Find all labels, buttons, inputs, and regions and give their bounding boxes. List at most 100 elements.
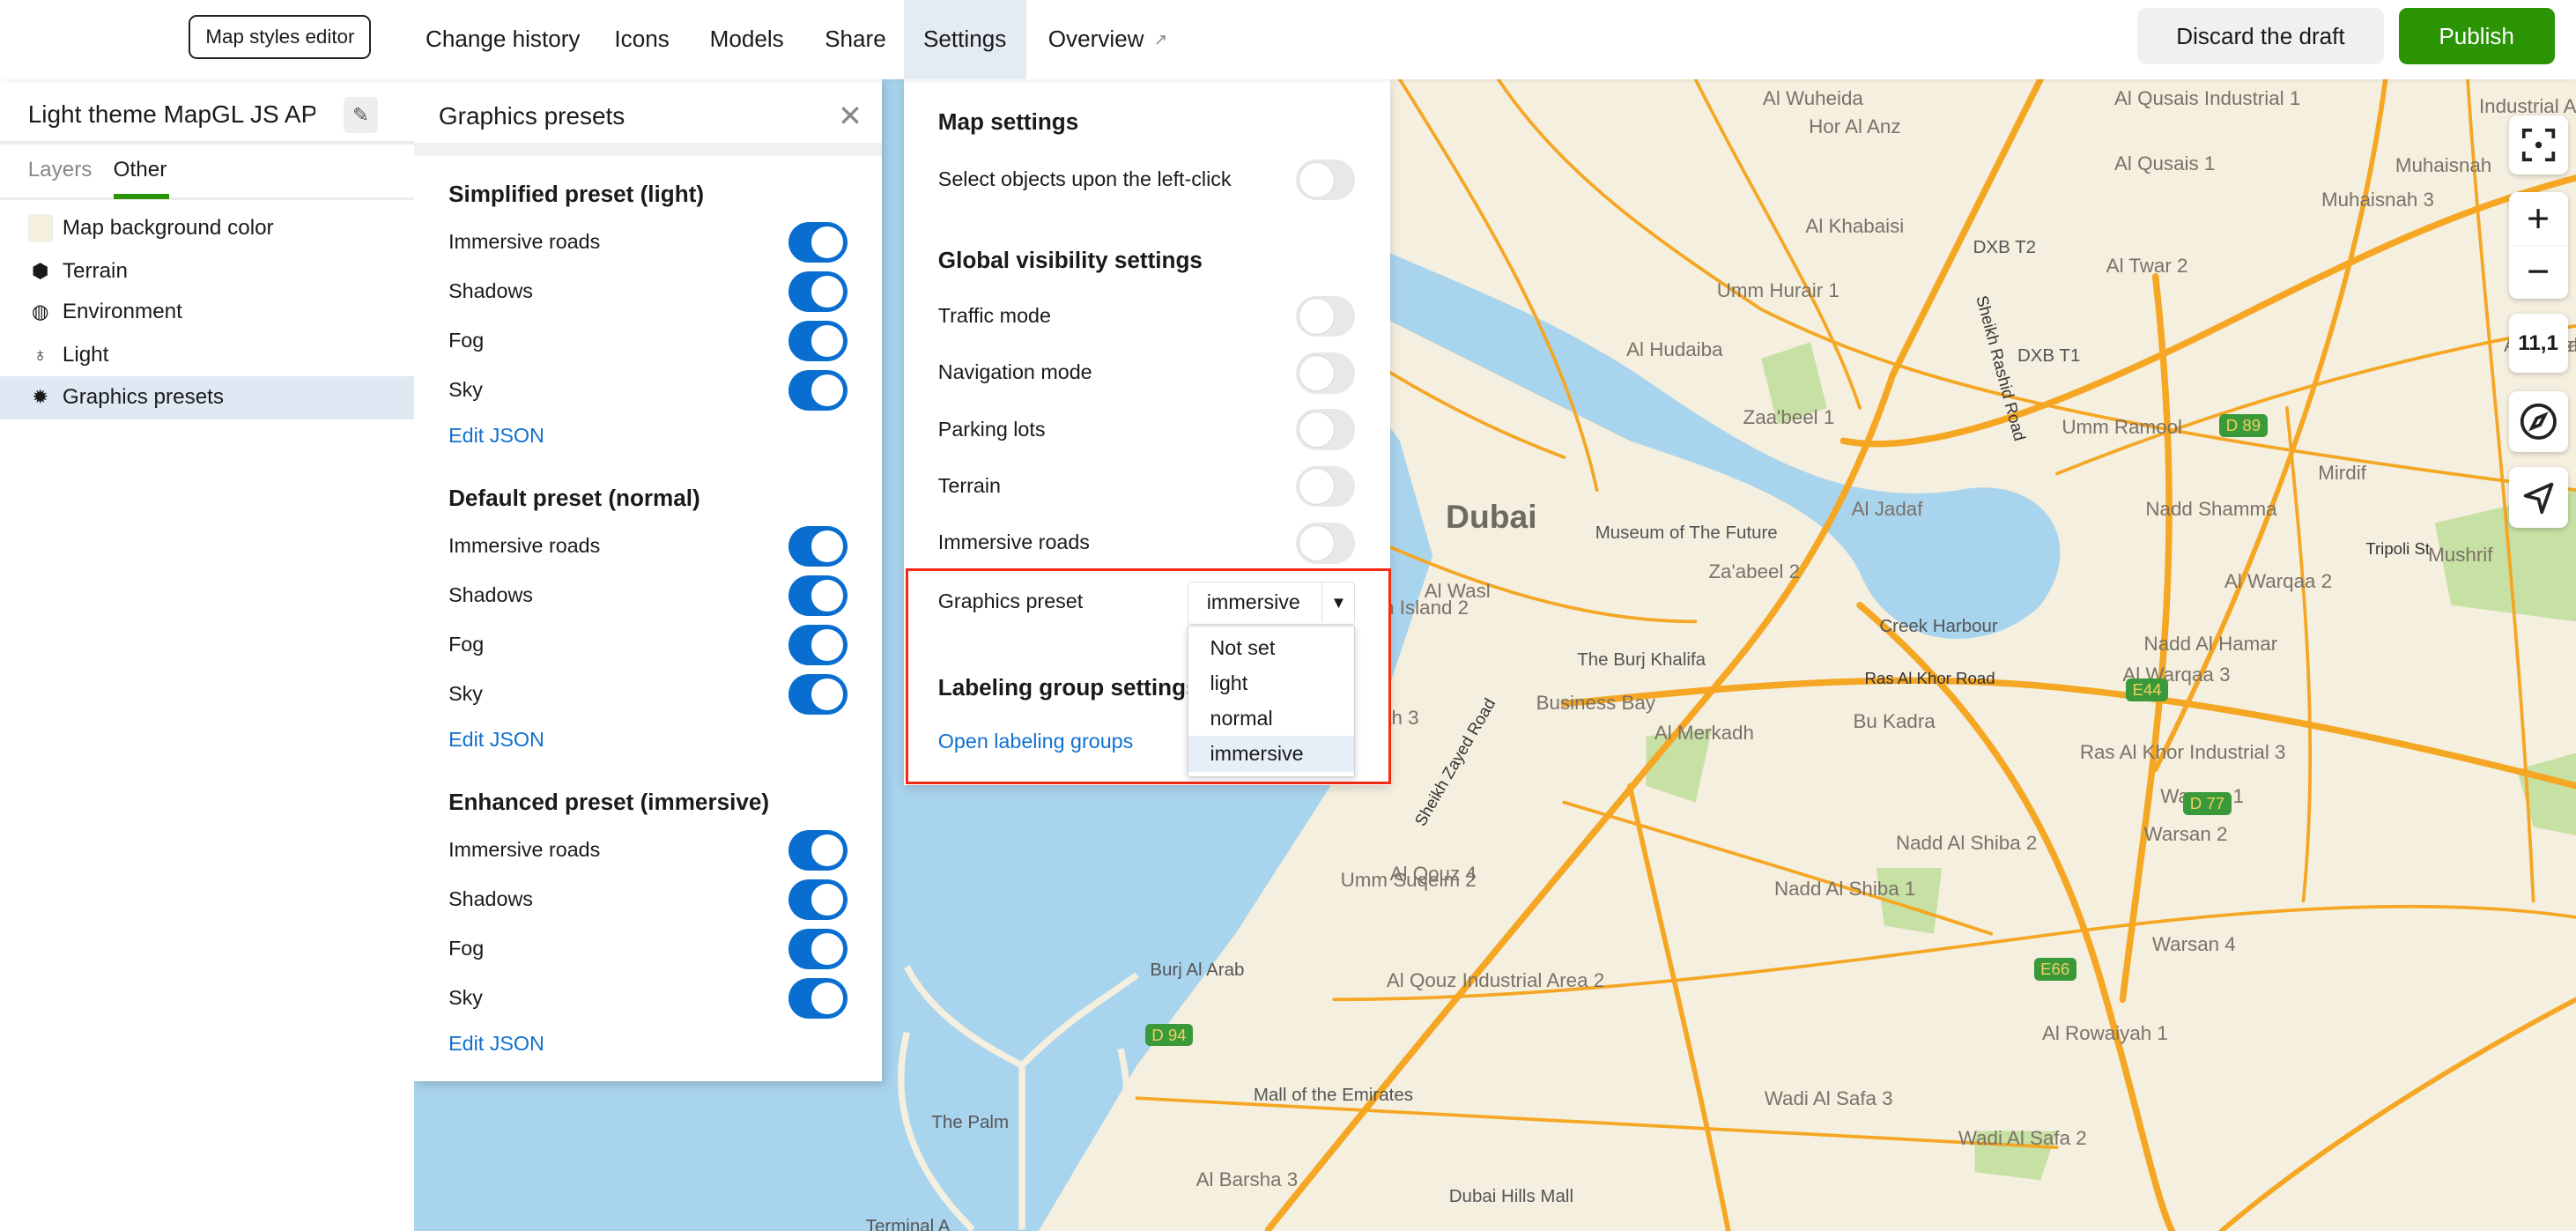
option-immersive[interactable]: immersive [1188,736,1355,772]
map-label[interactable]: Nadd Al Shiba 1 [1774,878,1915,901]
map-label[interactable]: Al Barsha 3 [1196,1168,1299,1191]
preset-toggle[interactable] [788,525,848,567]
map-label[interactable]: Za'abeel 2 [1708,560,1800,583]
map-label[interactable]: Warsan 2 [2144,823,2228,846]
preset-toggle[interactable] [788,575,848,617]
compass-button[interactable] [2508,390,2568,452]
zoom-out-icon[interactable]: − [2509,246,2568,299]
map-label[interactable]: Al Khabaisi [1805,215,1904,238]
map-label[interactable]: Warsan 4 [2152,933,2236,956]
map-label[interactable]: Bu Kadra [1853,710,1935,733]
map-label[interactable]: Al Qouz 4 [1390,863,1477,886]
fullscreen-icon [2521,128,2555,161]
option-normal[interactable]: normal [1188,701,1354,736]
map-label[interactable]: Museum of The Future [1595,523,1778,544]
discard-draft-button[interactable]: Discard the draft [2137,8,2384,64]
tab-other[interactable]: Other [114,158,167,182]
map-label[interactable]: Tripoli St [2365,539,2430,559]
nav-overview[interactable]: Overview ↗ [1028,0,1187,79]
edit-title-button[interactable]: ✎ [343,97,378,134]
map-label[interactable]: Al Merkadh [1654,722,1754,745]
map-label[interactable]: Al Wuheida [1763,87,1863,110]
map-label[interactable]: Mushrif [2428,544,2492,567]
edit-json-link[interactable]: Edit JSON [448,424,544,448]
preset-toggle[interactable] [788,977,848,1020]
sidebar-item-map-background-color[interactable]: Map background color [0,207,414,249]
tab-layers[interactable]: Layers [28,158,93,182]
edit-json-link[interactable]: Edit JSON [448,1032,544,1056]
map-label[interactable]: Mirdif [2318,462,2366,485]
map-label[interactable]: Al Jadaf [1852,498,1923,521]
option-not-set[interactable]: Not set [1188,630,1354,665]
zoom-in-icon[interactable]: + [2508,193,2568,246]
map-label[interactable]: Ras Al Khor Road [1865,669,1995,688]
nav-change-history[interactable]: Change history [406,0,600,79]
map-label[interactable]: Mall of the Emirates [1254,1085,1413,1106]
map-label[interactable]: Umm Hurair 1 [1717,279,1839,302]
map-label[interactable]: Nadd Shamma [2145,498,2276,521]
select-objects-toggle[interactable] [1296,159,1356,201]
map-label[interactable]: Muhaisnah [2395,154,2491,177]
map-label[interactable]: Al Rowaiyah 1 [2042,1022,2168,1045]
map-label[interactable]: Al Qusais 1 [2114,152,2215,175]
nav-icons[interactable]: Icons [595,0,689,79]
map-label[interactable]: Al Warqaa 2 [2224,570,2332,593]
preset-toggle[interactable] [788,879,848,921]
map-label[interactable]: The Palm [931,1112,1009,1133]
map-label[interactable]: Business Bay [1536,692,1655,715]
preset-toggle[interactable] [788,221,848,263]
map-label[interactable]: Al Twar 2 [2106,255,2188,278]
sidebar-item-environment[interactable]: ◍ Environment [0,291,414,333]
map-label[interactable]: Al Hudaiba [1626,338,1722,361]
road-shield: E66 [2033,958,2076,981]
map-label[interactable]: Nadd Al Shiba 2 [1896,832,2037,855]
map-label[interactable]: Al Qusais Industrial 1 [2114,87,2300,110]
nav-settings[interactable]: Settings [903,0,1027,79]
nav-share[interactable]: Share [805,0,906,79]
map-label[interactable]: Wadi Al Safa 3 [1765,1087,1893,1110]
map-label[interactable]: Hor Al Anz [1809,115,1900,138]
sidebar-item-graphics-presets[interactable]: ✹ Graphics presets [0,376,414,419]
option-light[interactable]: light [1188,665,1354,701]
close-icon[interactable]: ✕ [838,99,862,134]
graphics-preset-select[interactable]: immersive ▼ [1188,582,1356,625]
map-label[interactable]: DXB T2 [1973,237,2036,258]
map-label[interactable]: Muhaisnah 3 [2321,189,2434,211]
sidebar-item-light[interactable]: ♁ Light [0,334,414,376]
map-label[interactable]: Ras Al Khor Industrial 3 [2080,741,2286,764]
map-label[interactable]: DXB T1 [2017,345,2080,367]
visibility-toggle[interactable] [1296,465,1356,508]
preset-toggle[interactable] [788,624,848,666]
map-label[interactable]: Creek Harbour [1879,616,1997,637]
map-label[interactable]: Dubai Hills Mall [1449,1186,1573,1207]
global-visibility-heading: Global visibility settings [937,246,1203,273]
geolocation-button[interactable] [2508,466,2568,528]
map-label[interactable]: Terminal A [866,1216,951,1231]
map-label[interactable]: Nadd Al Hamar [2144,633,2278,656]
map-styles-editor-button[interactable]: Map styles editor [189,14,372,60]
preset-toggle[interactable] [788,271,848,313]
map-label[interactable]: Al Qouz Industrial Area 2 [1387,969,1604,992]
publish-button[interactable]: Publish [2398,8,2555,64]
preset-toggle[interactable] [788,928,848,970]
preset-toggle[interactable] [788,320,848,362]
map-city-label[interactable]: Dubai [1446,498,1537,536]
visibility-toggle[interactable] [1296,409,1356,450]
visibility-toggle[interactable] [1296,352,1356,394]
preset-toggle[interactable] [788,673,848,716]
sidebar-item-terrain[interactable]: ⬢ Terrain [0,249,414,292]
visibility-toggle[interactable] [1296,522,1356,564]
preset-toggle[interactable] [788,829,848,871]
preset-toggle[interactable] [788,369,848,412]
map-label[interactable]: Burj Al Arab [1150,960,1244,981]
visibility-toggle[interactable] [1296,295,1356,337]
fullscreen-button[interactable] [2508,115,2568,174]
map-label[interactable]: Zaa'beel 1 [1743,406,1835,429]
map-label[interactable]: Umm Ramool [2062,416,2182,439]
nav-models[interactable]: Models [690,0,803,79]
map-label[interactable]: h Island 2 [1383,597,1469,619]
map-label[interactable]: Wadi Al Safa 2 [1958,1127,2087,1150]
map-label[interactable]: The Burj Khalifa [1577,649,1706,671]
edit-json-link[interactable]: Edit JSON [448,728,544,752]
divider [0,141,414,145]
